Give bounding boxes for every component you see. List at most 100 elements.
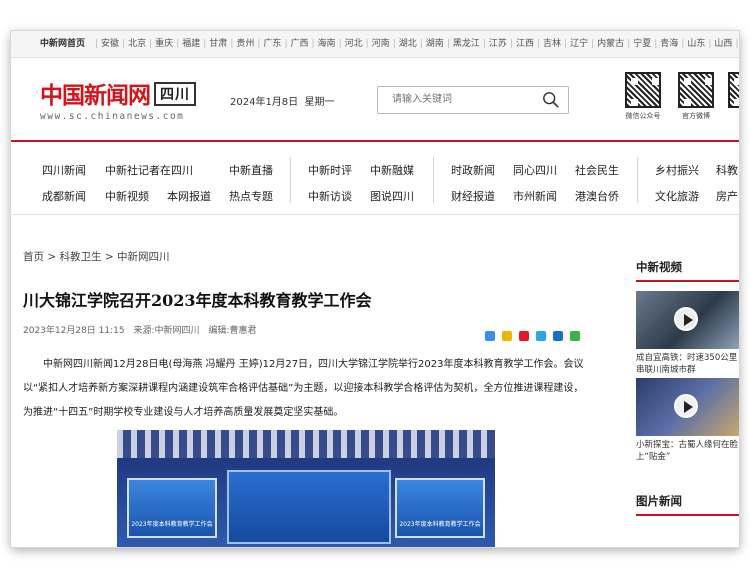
nav-livelihood[interactable]: 社会民生 xyxy=(575,162,619,178)
article-meta: 2023年12月28日 11:15 来源:中新网四川 编辑:曹惠君 xyxy=(23,323,262,336)
nav-politics[interactable]: 时政新闻 xyxy=(451,162,495,178)
region-link[interactable]: 甘肃 xyxy=(209,39,227,49)
video-caption[interactable]: 小新探宝：古蜀人缘何在脸上“贴金” xyxy=(636,439,739,463)
region-link[interactable]: 安徽 xyxy=(101,39,119,49)
region-link[interactable]: 青海 xyxy=(660,39,678,49)
search-icon[interactable] xyxy=(542,91,560,109)
region-link[interactable]: 广西 xyxy=(290,39,308,49)
share-wechat-icon[interactable] xyxy=(570,331,581,341)
article-body: 中新网四川新闻12月28日电(母海燕 冯耀丹 王婷)12月27日，四川大学锦江学… xyxy=(23,353,588,425)
nav-reporters-in-sichuan[interactable]: 中新社记者在四川 xyxy=(105,162,193,178)
nav-chengdu-news[interactable]: 成都新闻 xyxy=(42,188,86,204)
region-separator: | xyxy=(681,39,685,49)
video-thumbnail[interactable] xyxy=(636,378,739,436)
nav-hk-macao-taiwan[interactable]: 港澳台侨 xyxy=(575,188,619,204)
region-link[interactable]: 河南 xyxy=(372,39,390,49)
region-separator: | xyxy=(149,39,153,49)
region-separator: | xyxy=(708,39,712,49)
nav-divider xyxy=(637,157,638,203)
region-link[interactable]: 福建 xyxy=(182,39,200,49)
nav-city-news[interactable]: 市州新闻 xyxy=(513,188,557,204)
logo-url: www.sc.chinanews.com xyxy=(40,111,185,122)
region-link[interactable]: 山东 xyxy=(687,39,705,49)
photo-right-screen: 2023年度本科教育教学工作会 xyxy=(395,478,485,538)
nav-divider xyxy=(290,157,291,203)
region-link[interactable]: 河北 xyxy=(345,39,363,49)
photo-left-screen: 2023年度本科教育教学工作会 xyxy=(127,478,217,538)
nav-live[interactable]: 中新直播 xyxy=(229,162,273,178)
nav-rural-revival[interactable]: 乡村振兴 xyxy=(655,162,699,178)
sidebar: 中新视频 成自宜高铁：时速350公里 串联川南城市群 小新探宝：古蜀人缘何在脸上… xyxy=(636,259,739,516)
region-nav-bar: 中新网首页 | 安徽 | 北京 | 重庆 | 福建 | 甘肃 | 贵州 | 广东 | 广西 | 海南 | 河北 | 河南 |… xyxy=(11,31,739,58)
photo-screen-caption: 2023年度本科教育教学工作会 xyxy=(131,521,213,528)
search-input[interactable] xyxy=(390,93,534,106)
qr-code-icon xyxy=(678,72,714,108)
chinanews-home-link[interactable]: 中新网首页 xyxy=(40,31,85,57)
play-icon[interactable] xyxy=(674,307,698,331)
nav-media[interactable]: 中新融媒 xyxy=(370,162,414,178)
region-link[interactable]: 山西 xyxy=(714,39,732,49)
region-link[interactable]: 湖南 xyxy=(426,39,444,49)
nav-commentary[interactable]: 中新时评 xyxy=(308,162,352,178)
nav-own-reports[interactable]: 本网报道 xyxy=(167,188,211,204)
region-separator: | xyxy=(627,39,631,49)
share-plus-icon[interactable] xyxy=(485,331,495,341)
nav-hot-topics[interactable]: 热点专题 xyxy=(229,188,273,204)
wechat-qr[interactable]: 微信公众号 xyxy=(624,72,662,121)
nav-finance[interactable]: 财经报道 xyxy=(451,188,495,204)
sidebar-photo-heading[interactable]: 图片新闻 xyxy=(636,493,739,509)
region-separator: | xyxy=(392,39,396,49)
breadcrumb: 首页 > 科教卫生 > 中新网四川 xyxy=(23,249,170,264)
share-renren-icon[interactable] xyxy=(553,331,564,341)
qr-label: 微信公众号 xyxy=(625,112,661,120)
region-link[interactable]: 贵州 xyxy=(236,39,254,49)
sidebar-video-heading[interactable]: 中新视频 xyxy=(636,259,739,275)
share-tencent-icon[interactable] xyxy=(536,331,547,341)
region-link[interactable]: 江苏 xyxy=(489,39,507,49)
region-link[interactable]: 海南 xyxy=(318,39,336,49)
region-link[interactable]: 宁夏 xyxy=(633,39,651,49)
share-weibo-icon[interactable] xyxy=(519,331,530,341)
region-separator: | xyxy=(230,39,234,49)
nav-interviews[interactable]: 中新访谈 xyxy=(308,188,352,204)
video-caption[interactable]: 成自宜高铁：时速350公里 串联川南城市群 xyxy=(636,352,739,376)
region-link[interactable]: 北京 xyxy=(128,39,146,49)
nav-bottom-divider xyxy=(11,214,739,215)
app-qr[interactable]: 川 xyxy=(727,72,739,121)
qr-label: 官方微博 xyxy=(682,112,710,120)
region-link[interactable]: 江西 xyxy=(516,39,534,49)
site-logo[interactable]: 中国新闻网 四川 www.sc.chinanews.com xyxy=(40,76,196,122)
nav-real-estate[interactable]: 房产 xyxy=(716,188,738,204)
publish-time: 2023年12月28日 11:15 xyxy=(23,326,125,336)
region-separator: | xyxy=(564,39,568,49)
nav-culture-travel[interactable]: 文化旅游 xyxy=(655,188,699,204)
breadcrumb-home[interactable]: 首页 xyxy=(23,251,44,263)
nav-photo-sichuan[interactable]: 图说四川 xyxy=(370,188,414,204)
nav-science-edu[interactable]: 科教 xyxy=(716,162,738,178)
region-separator: | xyxy=(338,39,342,49)
video-thumbnail[interactable] xyxy=(636,291,739,349)
nav-united-sichuan[interactable]: 同心四川 xyxy=(513,162,557,178)
weibo-qr[interactable]: 官方微博 xyxy=(677,72,715,121)
article-source: 来源:中新网四川 xyxy=(133,326,200,336)
region-separator: | xyxy=(122,39,126,49)
region-link[interactable]: 吉林 xyxy=(543,39,561,49)
breadcrumb-chinanews-sichuan[interactable]: 中新网四川 xyxy=(117,251,170,263)
share-qzone-icon[interactable] xyxy=(502,331,513,341)
region-link[interactable]: 内蒙古 xyxy=(597,39,624,49)
breadcrumb-science-health[interactable]: 科教卫生 xyxy=(60,251,102,263)
nav-video[interactable]: 中新视频 xyxy=(105,188,149,204)
region-link[interactable]: 广东 xyxy=(263,39,281,49)
region-link[interactable]: 湖北 xyxy=(399,39,417,49)
play-icon[interactable] xyxy=(674,394,698,418)
region-link[interactable]: 黑龙江 xyxy=(453,39,480,49)
region-separator: | xyxy=(203,39,207,49)
article-photo[interactable]: 2023年度本科教育教学工作会 2023年度本科教育教学工作会 xyxy=(117,430,495,547)
site-header: 中国新闻网 四川 www.sc.chinanews.com 2024年1月8日 星… xyxy=(11,58,739,140)
share-bar xyxy=(485,326,582,345)
region-link[interactable]: 辽宁 xyxy=(570,39,588,49)
region-link[interactable]: 重庆 xyxy=(155,39,173,49)
browser-page: 中新网首页 | 安徽 | 北京 | 重庆 | 福建 | 甘肃 | 贵州 | 广东 | 广西 | 海南 | 河北 | 河南 |… xyxy=(11,31,739,547)
article-title: 川大锦江学院召开2023年度本科教育教学工作会 xyxy=(23,291,372,310)
nav-sichuan-news[interactable]: 四川新闻 xyxy=(42,162,86,178)
